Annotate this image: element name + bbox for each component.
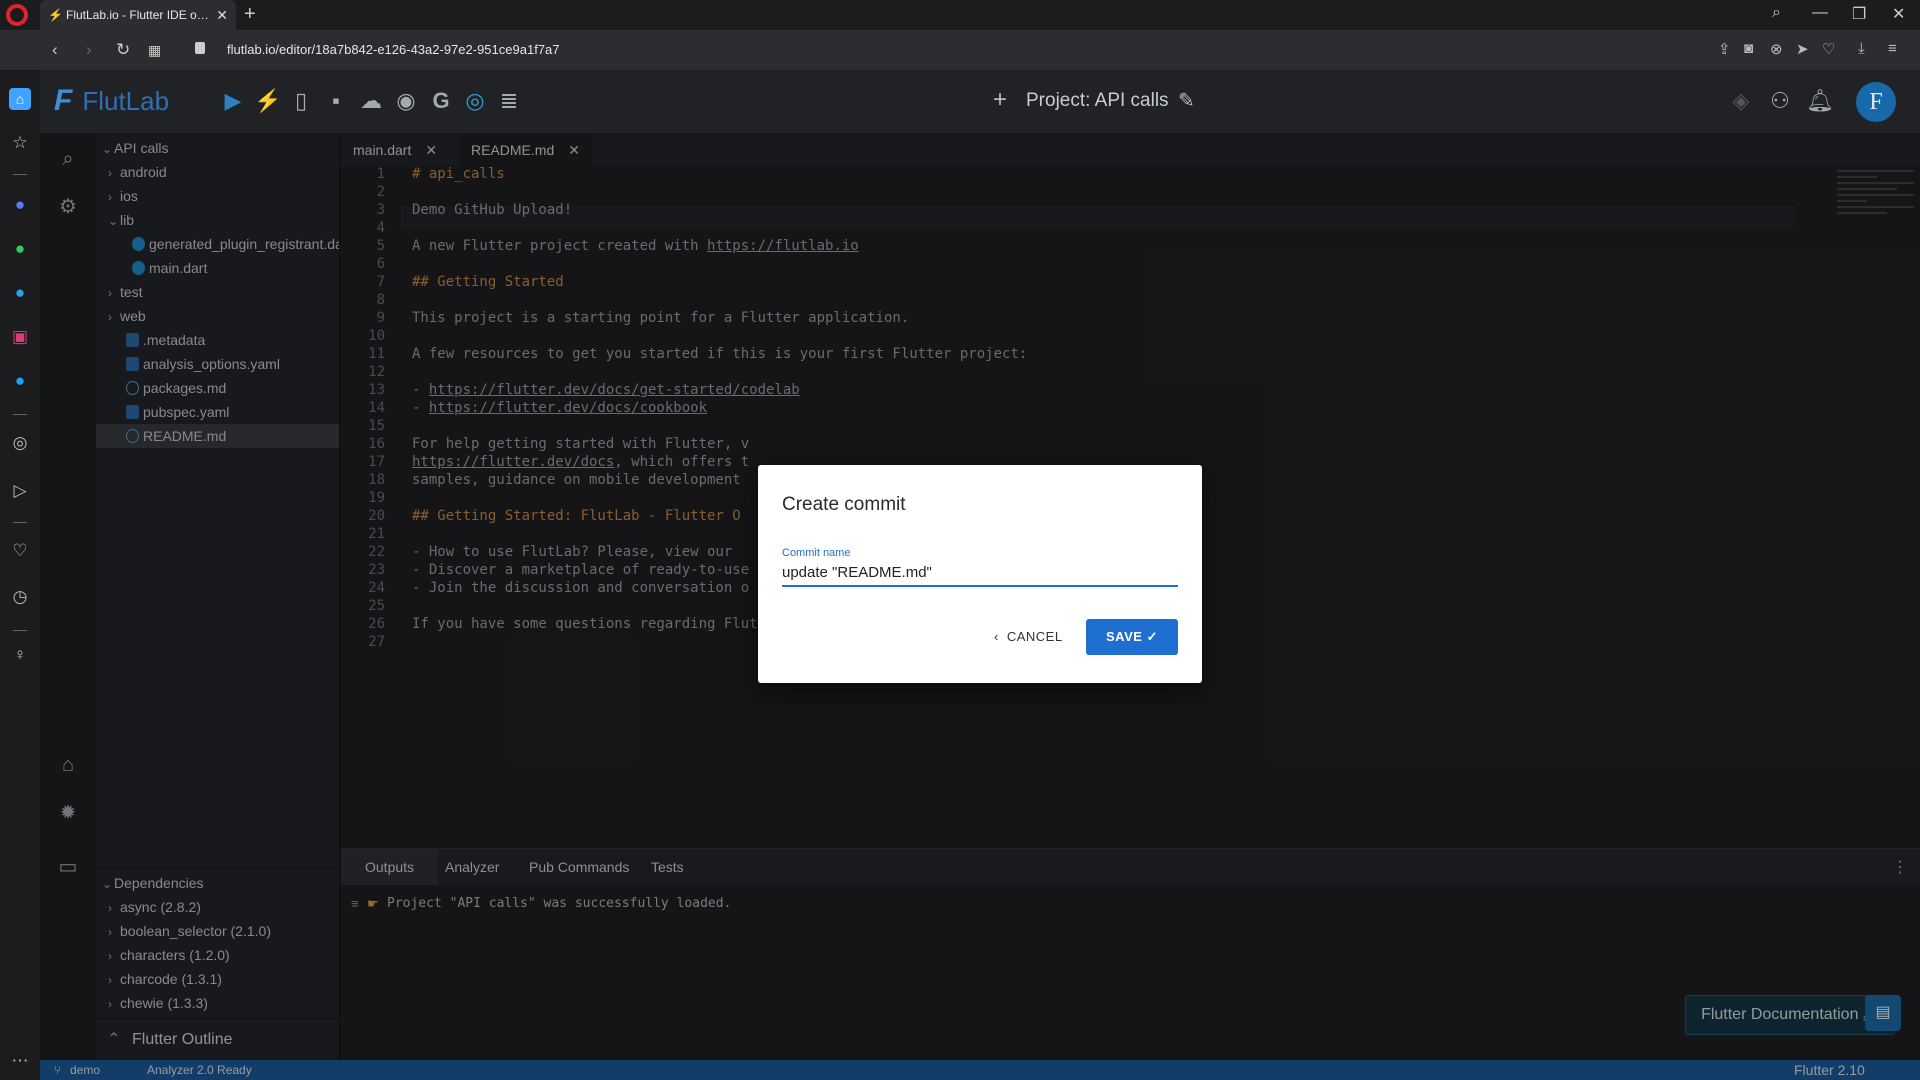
layers-icon[interactable]: ◈ — [1728, 88, 1754, 114]
lightbulb-icon[interactable]: ♀ — [9, 644, 31, 666]
url-field[interactable]: flutlab.io/editor/18a7b842-e126-43a2-97e… — [227, 42, 560, 57]
tabs-grid-icon[interactable]: ▦ — [148, 42, 161, 59]
commit-name-label: Commit name — [782, 547, 851, 559]
separator — [13, 414, 27, 415]
share-icon[interactable]: ⇪ — [1718, 40, 1731, 58]
send-icon[interactable]: ➤ — [1796, 40, 1809, 58]
google-icon[interactable]: G — [428, 88, 454, 114]
flutlab-logo[interactable]: F FlutLab — [54, 84, 169, 118]
app-toolbar: F FlutLab ▶ ⚡ ▯ ▪ ☁ ◉ G ◎ ≣ + Project: AP… — [40, 70, 1920, 134]
more-icon[interactable]: ⋯ — [9, 1050, 31, 1072]
opera-logo-icon[interactable] — [6, 4, 28, 26]
player-icon[interactable]: ◎ — [9, 432, 31, 454]
separator — [13, 174, 27, 175]
run-icon[interactable]: ▶ — [220, 88, 246, 114]
adblock-icon[interactable]: ⊗ — [1770, 40, 1783, 58]
avatar[interactable]: F — [1856, 82, 1896, 122]
speed-dial-icon[interactable]: ☆ — [9, 132, 31, 154]
project-title: Project: API calls — [1026, 90, 1169, 111]
favorites-icon[interactable]: ♡ — [9, 540, 31, 562]
commit-name-input[interactable] — [782, 559, 1178, 587]
close-tab-icon[interactable]: ✕ — [216, 7, 228, 24]
history-icon[interactable]: ◷ — [9, 586, 31, 608]
back-icon[interactable]: ‹ — [52, 40, 58, 60]
send-flow-icon[interactable]: ▷ — [9, 480, 31, 502]
twitter-icon[interactable]: ● — [9, 370, 31, 392]
create-commit-dialog: Create commit Commit name ‹ CANCEL SAVE ✓ — [758, 465, 1202, 683]
browser-tab-title: FlutLab.io - Flutter IDE online — [66, 8, 211, 22]
save-icon[interactable]: ▪ — [323, 88, 349, 114]
save-label: SAVE — [1106, 629, 1143, 644]
heart-icon[interactable]: ♡ — [1822, 40, 1835, 58]
cancel-button[interactable]: ‹ CANCEL — [994, 619, 1063, 655]
browser-tab-bar: ⚡ FlutLab.io - Flutter IDE online ✕ + ⌕ … — [0, 0, 1920, 30]
device-icon[interactable]: ▯ — [288, 88, 314, 114]
easy-setup-icon[interactable]: ≡ — [1888, 40, 1897, 57]
notifications-icon[interactable]: 🔔︎ — [1806, 88, 1834, 114]
separator — [13, 630, 27, 631]
separator — [13, 522, 27, 523]
download-icon[interactable]: ⤓ — [1858, 40, 1865, 57]
minimize-icon[interactable]: — — [1812, 4, 1828, 22]
cancel-label: CANCEL — [1006, 629, 1063, 644]
forward-icon[interactable]: › — [86, 40, 92, 60]
add-user-icon[interactable]: ⚇ — [1767, 88, 1793, 114]
search-tabs-icon[interactable]: ⌕ — [1772, 4, 1781, 22]
reload-icon[interactable]: ↻ — [116, 40, 130, 60]
logo-text: FlutLab — [82, 86, 170, 116]
restore-icon[interactable]: ❐ — [1852, 4, 1866, 24]
save-button[interactable]: SAVE ✓ — [1086, 619, 1178, 655]
github-icon[interactable]: ◉ — [393, 88, 419, 114]
collapse-menu-icon[interactable]: ≣ — [496, 88, 522, 114]
hot-reload-icon[interactable]: ⚡ — [254, 88, 281, 114]
telegram-icon[interactable]: ● — [9, 282, 31, 304]
flutlab-favicon-icon: ⚡ — [48, 8, 63, 22]
address-bar: ‹ › ↻ ▦ flutlab.io/editor/18a7b842-e126-… — [0, 30, 1920, 70]
chevron-left-icon: ‹ — [994, 629, 999, 644]
whatsapp-icon[interactable]: ● — [9, 238, 31, 260]
flutlab-logo-icon: F — [54, 84, 73, 117]
edit-project-icon[interactable]: ✎ — [1178, 88, 1195, 113]
home-icon[interactable]: ⌂ — [9, 88, 31, 110]
flutlab-circle-icon[interactable]: ◎ — [462, 88, 488, 114]
new-tab-button[interactable]: + — [244, 3, 256, 26]
add-icon[interactable]: + — [993, 86, 1007, 114]
cloud-upload-icon[interactable]: ☁ — [358, 88, 384, 114]
close-window-icon[interactable]: ✕ — [1892, 4, 1905, 24]
checkmark-icon: ✓ — [1146, 629, 1158, 644]
camera-icon[interactable]: ◙ — [1744, 40, 1753, 57]
lock-icon[interactable] — [195, 42, 205, 54]
instagram-icon[interactable]: ▣ — [9, 326, 31, 348]
browser-tab[interactable]: ⚡ FlutLab.io - Flutter IDE online ✕ — [40, 0, 236, 30]
opera-sidebar: ⌂ ☆ ● ● ● ▣ ● ◎ ▷ ♡ ◷ ♀ ⋯ — [0, 70, 40, 1080]
dialog-title: Create commit — [782, 494, 906, 515]
messenger-icon[interactable]: ● — [9, 194, 31, 216]
